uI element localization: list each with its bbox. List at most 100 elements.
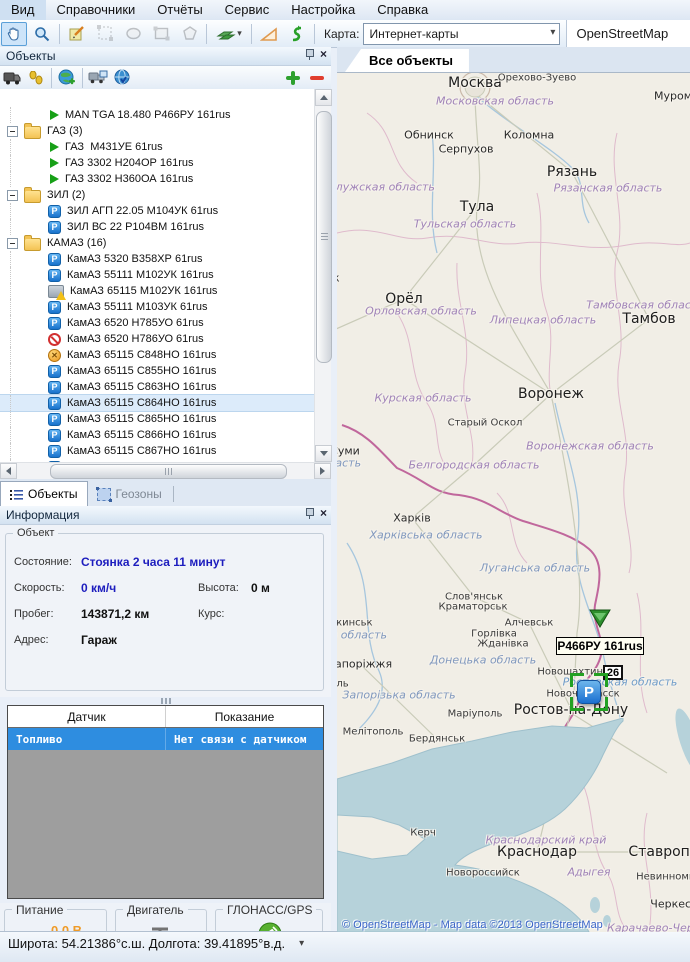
polygon-icon bbox=[181, 25, 198, 42]
menu-item-2[interactable]: Отчёты bbox=[146, 0, 213, 20]
tree-item[interactable]: PКамАЗ 5320 В358ХР 61rus bbox=[0, 251, 314, 267]
map-city-label: Орехово-Зуево bbox=[498, 73, 577, 84]
pan-tool-button[interactable] bbox=[1, 22, 27, 46]
route-icon bbox=[289, 25, 305, 43]
map-source-combo[interactable]: Интернет-карты ▾ bbox=[363, 23, 560, 45]
scroll-down-button[interactable] bbox=[315, 445, 332, 462]
parking-map-marker[interactable]: P bbox=[577, 680, 601, 704]
tree-group[interactable]: ЗИЛ (2) bbox=[0, 187, 314, 203]
map-region-label: Луганська область bbox=[480, 562, 590, 575]
tree-group[interactable]: ГАЗ (3) bbox=[0, 123, 314, 139]
close-icon[interactable]: × bbox=[320, 507, 327, 519]
remove-object-button[interactable] bbox=[309, 70, 325, 86]
tree-horizontal-scrollbar[interactable] bbox=[0, 462, 331, 479]
map-provider-combo[interactable]: OpenStreetMap bbox=[566, 20, 690, 47]
collapse-expander[interactable] bbox=[7, 190, 18, 201]
map-canvas[interactable]: МоскваОрехово-ЗуевоМуромМосковская облас… bbox=[337, 72, 690, 932]
tab-geozones[interactable]: Геозоны bbox=[88, 482, 171, 506]
tree-item[interactable]: PКамАЗ 65115 С867НО 161rus bbox=[0, 443, 314, 459]
tree-item[interactable]: PКамАЗ 65115 С866НО 161rus bbox=[0, 427, 314, 443]
tree-item[interactable]: PКамАЗ 65115 С865НО 161rus bbox=[0, 411, 314, 427]
rectangle-geozone-button[interactable] bbox=[148, 22, 174, 46]
horizontal-splitter[interactable] bbox=[0, 697, 331, 705]
map-city-label: Керч bbox=[410, 828, 436, 839]
layers-button[interactable]: ▾ bbox=[211, 22, 247, 46]
objects-panel-header: Объекты × bbox=[0, 47, 331, 66]
tree-item[interactable]: PКамАЗ 55111 М102УК 161rus bbox=[0, 267, 314, 283]
globe-check-button[interactable] bbox=[110, 68, 134, 88]
tree-item-label: ГАЗ 3302 Н204ОР 161rus bbox=[65, 157, 200, 169]
menu-item-1[interactable]: Справочники bbox=[46, 0, 147, 20]
track-button[interactable] bbox=[284, 22, 310, 46]
add-geozone-globe-button[interactable] bbox=[55, 68, 79, 88]
vehicle-arrow-marker[interactable] bbox=[589, 609, 611, 629]
truck-monitor-icon bbox=[88, 70, 108, 85]
map-source-label: Карта: bbox=[324, 27, 359, 41]
tree-item-label: КамАЗ 55111 М103УК 61rus bbox=[67, 301, 214, 313]
info-panel-body: Объект Состояние: Стоянка 2 часа 11 мину… bbox=[0, 525, 331, 697]
menu-item-5[interactable]: Справка bbox=[366, 0, 439, 20]
status-dropdown-icon[interactable]: ▾ bbox=[299, 938, 304, 949]
tree-item[interactable]: ГАЗ 3302 Н360ОА 161rus bbox=[0, 171, 314, 187]
no-connection-icon bbox=[48, 333, 61, 346]
map-city-label: Тамбов bbox=[622, 311, 675, 327]
pin-icon[interactable] bbox=[304, 48, 314, 60]
tree-item-label: КамАЗ 65115 С848НО 161rus bbox=[67, 349, 222, 361]
edit-geozone-button[interactable] bbox=[64, 22, 90, 46]
ellipse-geozone-button[interactable] bbox=[120, 22, 146, 46]
tree-item[interactable]: PЗИЛ АГП 22.05 М104УК 61rus bbox=[0, 203, 314, 219]
scroll-up-button[interactable] bbox=[315, 89, 332, 106]
tree-item[interactable]: PКамАЗ 65115 С864НО 161rus bbox=[0, 395, 314, 411]
scroll-right-button[interactable] bbox=[314, 463, 331, 479]
tree-item[interactable]: PКамАЗ 6520 Н785УО 61rus bbox=[0, 315, 314, 331]
map-region-label: Тульская область bbox=[414, 218, 517, 231]
select-geozone-button[interactable] bbox=[92, 22, 118, 46]
state-value: Стоянка 2 часа 11 минут bbox=[81, 555, 226, 569]
tree-item[interactable]: ГАЗ 3302 Н204ОР 161rus bbox=[0, 155, 314, 171]
footprints-button[interactable] bbox=[24, 68, 48, 88]
vehicle-list-button[interactable] bbox=[0, 68, 24, 88]
sensor-row[interactable]: Топливо Нет связи с датчиком bbox=[8, 728, 323, 750]
tree-item[interactable]: MAN TGA 18.480 Р466РУ 161rus bbox=[0, 107, 314, 123]
close-icon[interactable]: × bbox=[320, 48, 327, 60]
tree-item[interactable]: PКамАЗ 65115 С855НО 161rus bbox=[0, 363, 314, 379]
tree-item-label: MAN TGA 18.480 Р466РУ 161rus bbox=[65, 109, 237, 121]
scroll-thumb[interactable] bbox=[50, 464, 287, 479]
menu-item-4[interactable]: Настройка bbox=[280, 0, 366, 20]
tree-item[interactable]: ✕КамАЗ 65115 С848НО 161rus bbox=[0, 347, 314, 363]
tree-item[interactable]: КамАЗ 6520 Н786УО 61rus bbox=[0, 331, 314, 347]
map-city-label: Запоріжжя bbox=[337, 658, 392, 671]
menu-item-3[interactable]: Сервис bbox=[214, 0, 281, 20]
add-object-button[interactable] bbox=[285, 70, 301, 86]
tree-item[interactable]: ГАЗ М431УЕ 61rus bbox=[0, 139, 314, 155]
sensor-column-header[interactable]: Датчик bbox=[8, 706, 166, 727]
tree-vertical-scrollbar[interactable] bbox=[314, 89, 331, 462]
ruler-button[interactable] bbox=[256, 22, 282, 46]
moving-icon bbox=[50, 174, 59, 184]
map-tabstrip: Все объекты bbox=[337, 47, 690, 72]
ellipse-icon bbox=[125, 25, 142, 42]
scroll-thumb[interactable] bbox=[316, 111, 332, 363]
tree-item[interactable]: PЗИЛ ВС 22 Р104ВМ 161rus bbox=[0, 219, 314, 235]
map-region-label: Рязанская область bbox=[554, 182, 663, 195]
scroll-left-button[interactable] bbox=[0, 463, 17, 479]
tab-objects[interactable]: Объекты bbox=[0, 481, 88, 506]
vehicle-monitor-button[interactable] bbox=[86, 68, 110, 88]
tree-item[interactable]: PКамАЗ 55111 М103УК 61rus bbox=[0, 299, 314, 315]
map-tab-all-objects[interactable]: Все объекты bbox=[345, 49, 469, 72]
collapse-expander[interactable] bbox=[7, 126, 18, 137]
reading-column-header[interactable]: Показание bbox=[166, 706, 323, 727]
power-label: Питание bbox=[12, 903, 67, 917]
parking-icon: P bbox=[48, 413, 61, 426]
pin-icon[interactable] bbox=[304, 507, 314, 519]
collapse-expander[interactable] bbox=[7, 238, 18, 249]
tree-item[interactable]: PКамАЗ 65115 С863НО 161rus bbox=[0, 379, 314, 395]
tree-item[interactable]: КамАЗ 65115 М102УК 161rus bbox=[0, 283, 314, 299]
polygon-geozone-button[interactable] bbox=[176, 22, 202, 46]
tree-group[interactable]: КАМАЗ (16) bbox=[0, 235, 314, 251]
map-region-label: Калужская область bbox=[337, 181, 435, 194]
map-city-label: Краматорськ bbox=[439, 602, 508, 613]
tree-item-label: КамАЗ 65115 С867НО 161rus bbox=[67, 445, 222, 457]
menu-item-0[interactable]: Вид bbox=[0, 0, 46, 20]
zoom-tool-button[interactable] bbox=[29, 22, 55, 46]
